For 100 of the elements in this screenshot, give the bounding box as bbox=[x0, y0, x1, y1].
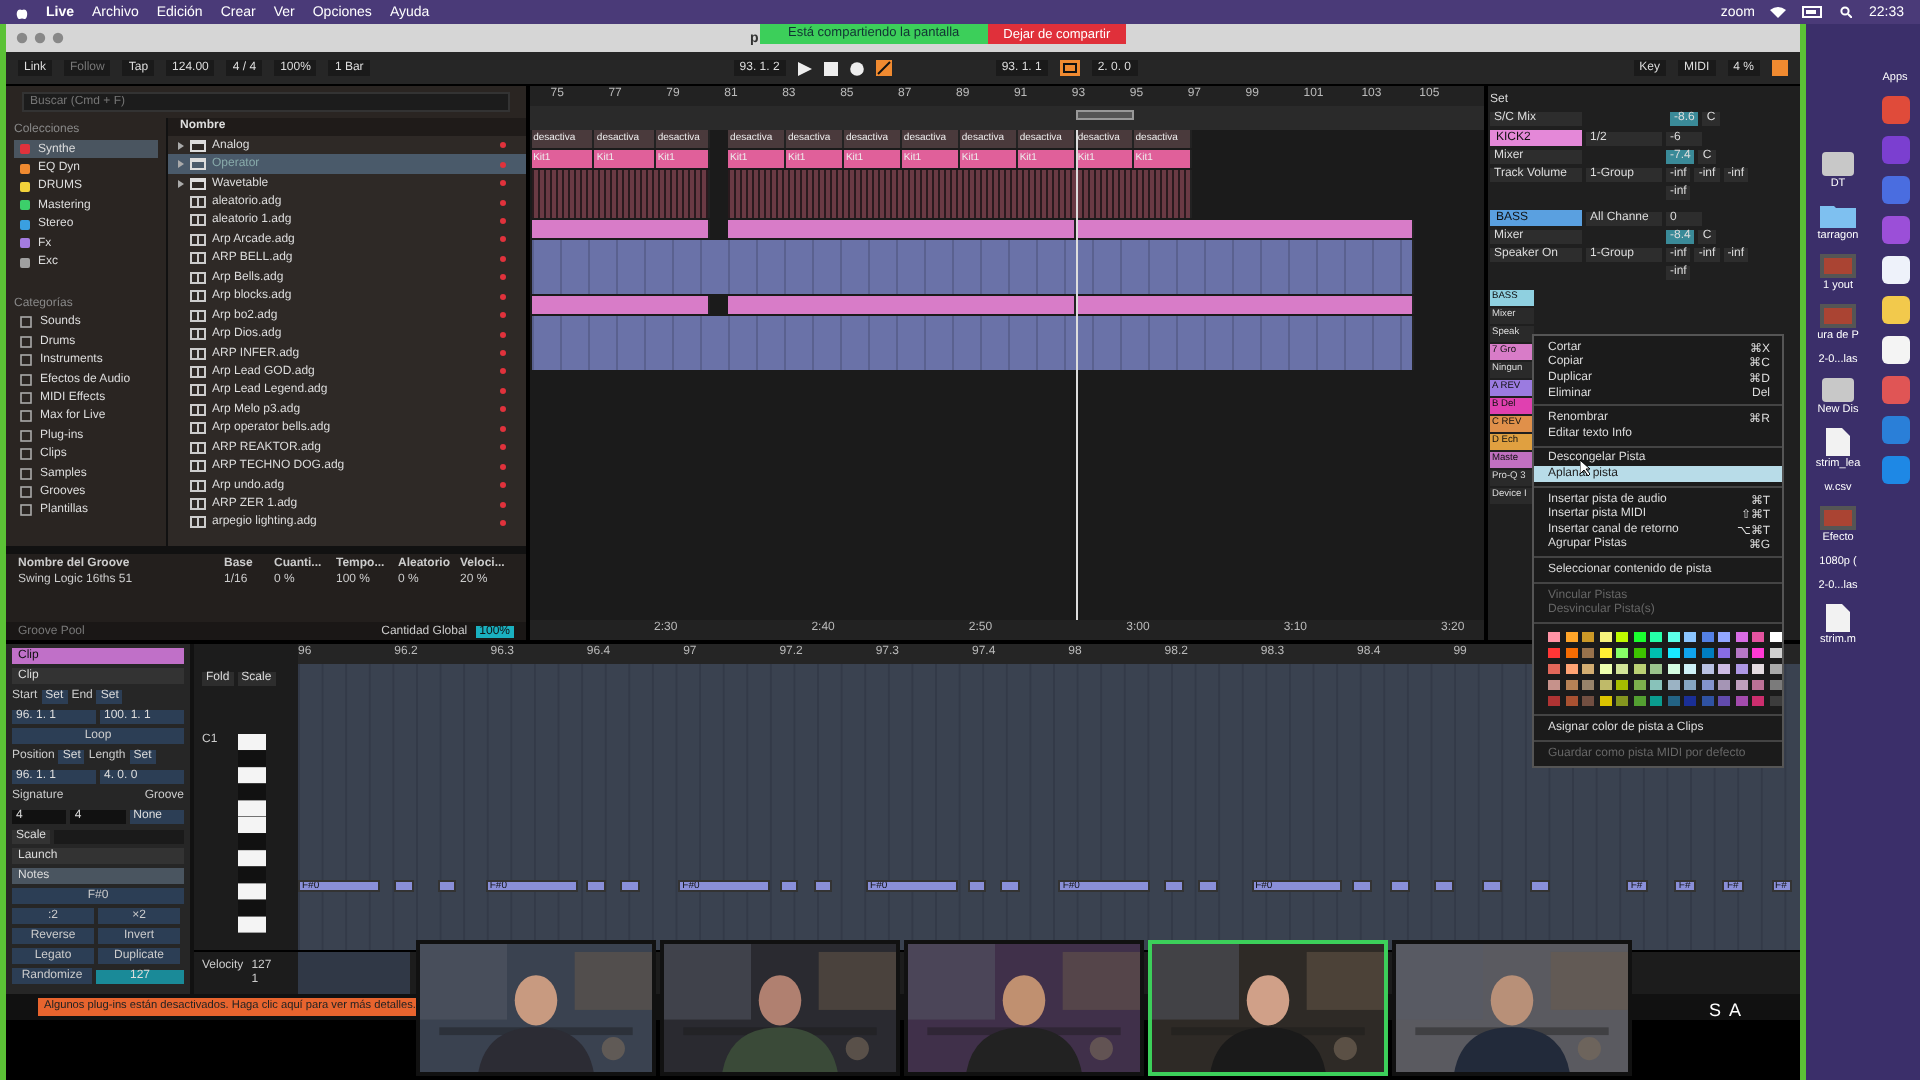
app-icon[interactable] bbox=[1881, 256, 1909, 284]
color-swatch[interactable] bbox=[1718, 663, 1730, 675]
clip[interactable] bbox=[1075, 220, 1415, 238]
color-swatch[interactable] bbox=[1548, 695, 1560, 707]
color-swatch[interactable] bbox=[1752, 647, 1764, 659]
hotswap-icon[interactable] bbox=[500, 180, 506, 187]
play-icon[interactable] bbox=[797, 61, 812, 75]
color-swatch[interactable] bbox=[1718, 679, 1730, 691]
hotswap-icon[interactable] bbox=[500, 217, 506, 224]
clip[interactable] bbox=[531, 220, 711, 238]
color-swatch[interactable] bbox=[1684, 647, 1696, 659]
midi-note[interactable] bbox=[586, 880, 607, 892]
midi-note[interactable] bbox=[620, 880, 640, 892]
color-swatch[interactable] bbox=[1752, 679, 1764, 691]
hotswap-icon[interactable] bbox=[500, 387, 506, 394]
color-swatch[interactable] bbox=[1735, 679, 1747, 691]
color-swatch[interactable] bbox=[1769, 647, 1781, 659]
color-swatch[interactable] bbox=[1701, 679, 1713, 691]
hotswap-icon[interactable] bbox=[500, 482, 506, 489]
clip[interactable] bbox=[728, 220, 1076, 238]
hotswap-icon[interactable] bbox=[500, 312, 506, 319]
color-swatch[interactable] bbox=[1752, 631, 1764, 643]
color-swatch[interactable] bbox=[1701, 647, 1713, 659]
color-swatch[interactable] bbox=[1616, 695, 1628, 707]
midi-note[interactable] bbox=[1390, 880, 1411, 892]
hotswap-icon[interactable] bbox=[500, 199, 506, 206]
midi-note[interactable] bbox=[1352, 880, 1372, 892]
hotswap-icon[interactable] bbox=[500, 331, 506, 338]
color-swatch[interactable] bbox=[1548, 631, 1560, 643]
clip[interactable] bbox=[531, 296, 711, 314]
color-swatch[interactable] bbox=[1616, 631, 1628, 643]
apple-icon[interactable] bbox=[16, 5, 28, 19]
clip[interactable] bbox=[728, 296, 1076, 314]
color-swatch[interactable] bbox=[1616, 647, 1628, 659]
color-swatch[interactable] bbox=[1633, 631, 1645, 643]
color-swatch[interactable] bbox=[1684, 631, 1696, 643]
color-swatch[interactable] bbox=[1684, 663, 1696, 675]
color-swatch[interactable] bbox=[1667, 631, 1679, 643]
color-swatch[interactable] bbox=[1599, 695, 1611, 707]
hotswap-icon[interactable] bbox=[500, 293, 506, 300]
app-icon[interactable] bbox=[1881, 296, 1909, 324]
expand-icon[interactable] bbox=[178, 141, 184, 150]
hotswap-icon[interactable] bbox=[500, 274, 506, 281]
hotswap-icon[interactable] bbox=[500, 236, 506, 243]
document-icon[interactable] bbox=[1826, 604, 1850, 632]
hotswap-icon[interactable] bbox=[500, 142, 506, 149]
color-swatch[interactable] bbox=[1633, 695, 1645, 707]
stop-icon[interactable] bbox=[823, 61, 838, 75]
color-swatch[interactable] bbox=[1650, 679, 1662, 691]
color-swatch[interactable] bbox=[1582, 695, 1594, 707]
midi-note[interactable] bbox=[394, 880, 414, 892]
color-swatch[interactable] bbox=[1718, 631, 1730, 643]
color-swatch[interactable] bbox=[1548, 679, 1560, 691]
wifi-icon[interactable] bbox=[1770, 6, 1787, 18]
color-swatch[interactable] bbox=[1633, 679, 1645, 691]
midi-note[interactable] bbox=[1434, 880, 1454, 892]
hotswap-icon[interactable] bbox=[500, 519, 506, 526]
color-swatch[interactable] bbox=[1548, 663, 1560, 675]
loop-icon[interactable] bbox=[1059, 60, 1080, 76]
hotswap-icon[interactable] bbox=[500, 350, 506, 357]
battery-icon[interactable] bbox=[1802, 6, 1825, 18]
expand-icon[interactable] bbox=[178, 179, 184, 188]
midi-note[interactable] bbox=[967, 880, 987, 892]
color-swatch[interactable] bbox=[1633, 647, 1645, 659]
midi-note[interactable] bbox=[1482, 880, 1502, 892]
color-swatch[interactable] bbox=[1752, 695, 1764, 707]
color-swatch[interactable] bbox=[1616, 663, 1628, 675]
color-swatch[interactable] bbox=[1769, 679, 1781, 691]
color-swatch[interactable] bbox=[1735, 695, 1747, 707]
app-icon[interactable] bbox=[1881, 336, 1909, 364]
color-swatch[interactable] bbox=[1599, 647, 1611, 659]
automation-arm-icon[interactable] bbox=[875, 60, 892, 76]
color-swatch[interactable] bbox=[1701, 695, 1713, 707]
color-swatch[interactable] bbox=[1582, 663, 1594, 675]
color-swatch[interactable] bbox=[1582, 647, 1594, 659]
hotswap-icon[interactable] bbox=[500, 255, 506, 262]
color-swatch[interactable] bbox=[1565, 631, 1577, 643]
hotswap-icon[interactable] bbox=[500, 501, 506, 508]
folder-icon[interactable] bbox=[1820, 202, 1856, 228]
color-swatch[interactable] bbox=[1565, 695, 1577, 707]
color-swatch[interactable] bbox=[1582, 631, 1594, 643]
hotswap-icon[interactable] bbox=[500, 368, 506, 375]
color-swatch[interactable] bbox=[1599, 679, 1611, 691]
midi-note[interactable] bbox=[437, 880, 457, 892]
color-swatch[interactable] bbox=[1582, 679, 1594, 691]
color-swatch[interactable] bbox=[1701, 631, 1713, 643]
color-swatch[interactable] bbox=[1650, 647, 1662, 659]
color-swatch[interactable] bbox=[1701, 663, 1713, 675]
hotswap-icon[interactable] bbox=[500, 425, 506, 432]
color-swatch[interactable] bbox=[1735, 631, 1747, 643]
record-icon[interactable] bbox=[849, 61, 864, 75]
color-swatch[interactable] bbox=[1565, 679, 1577, 691]
color-swatch[interactable] bbox=[1684, 679, 1696, 691]
color-swatch[interactable] bbox=[1599, 663, 1611, 675]
color-swatch[interactable] bbox=[1667, 647, 1679, 659]
color-swatch[interactable] bbox=[1769, 631, 1781, 643]
color-swatch[interactable] bbox=[1599, 631, 1611, 643]
color-swatch[interactable] bbox=[1633, 663, 1645, 675]
clip[interactable] bbox=[1075, 296, 1415, 314]
color-swatch[interactable] bbox=[1650, 663, 1662, 675]
